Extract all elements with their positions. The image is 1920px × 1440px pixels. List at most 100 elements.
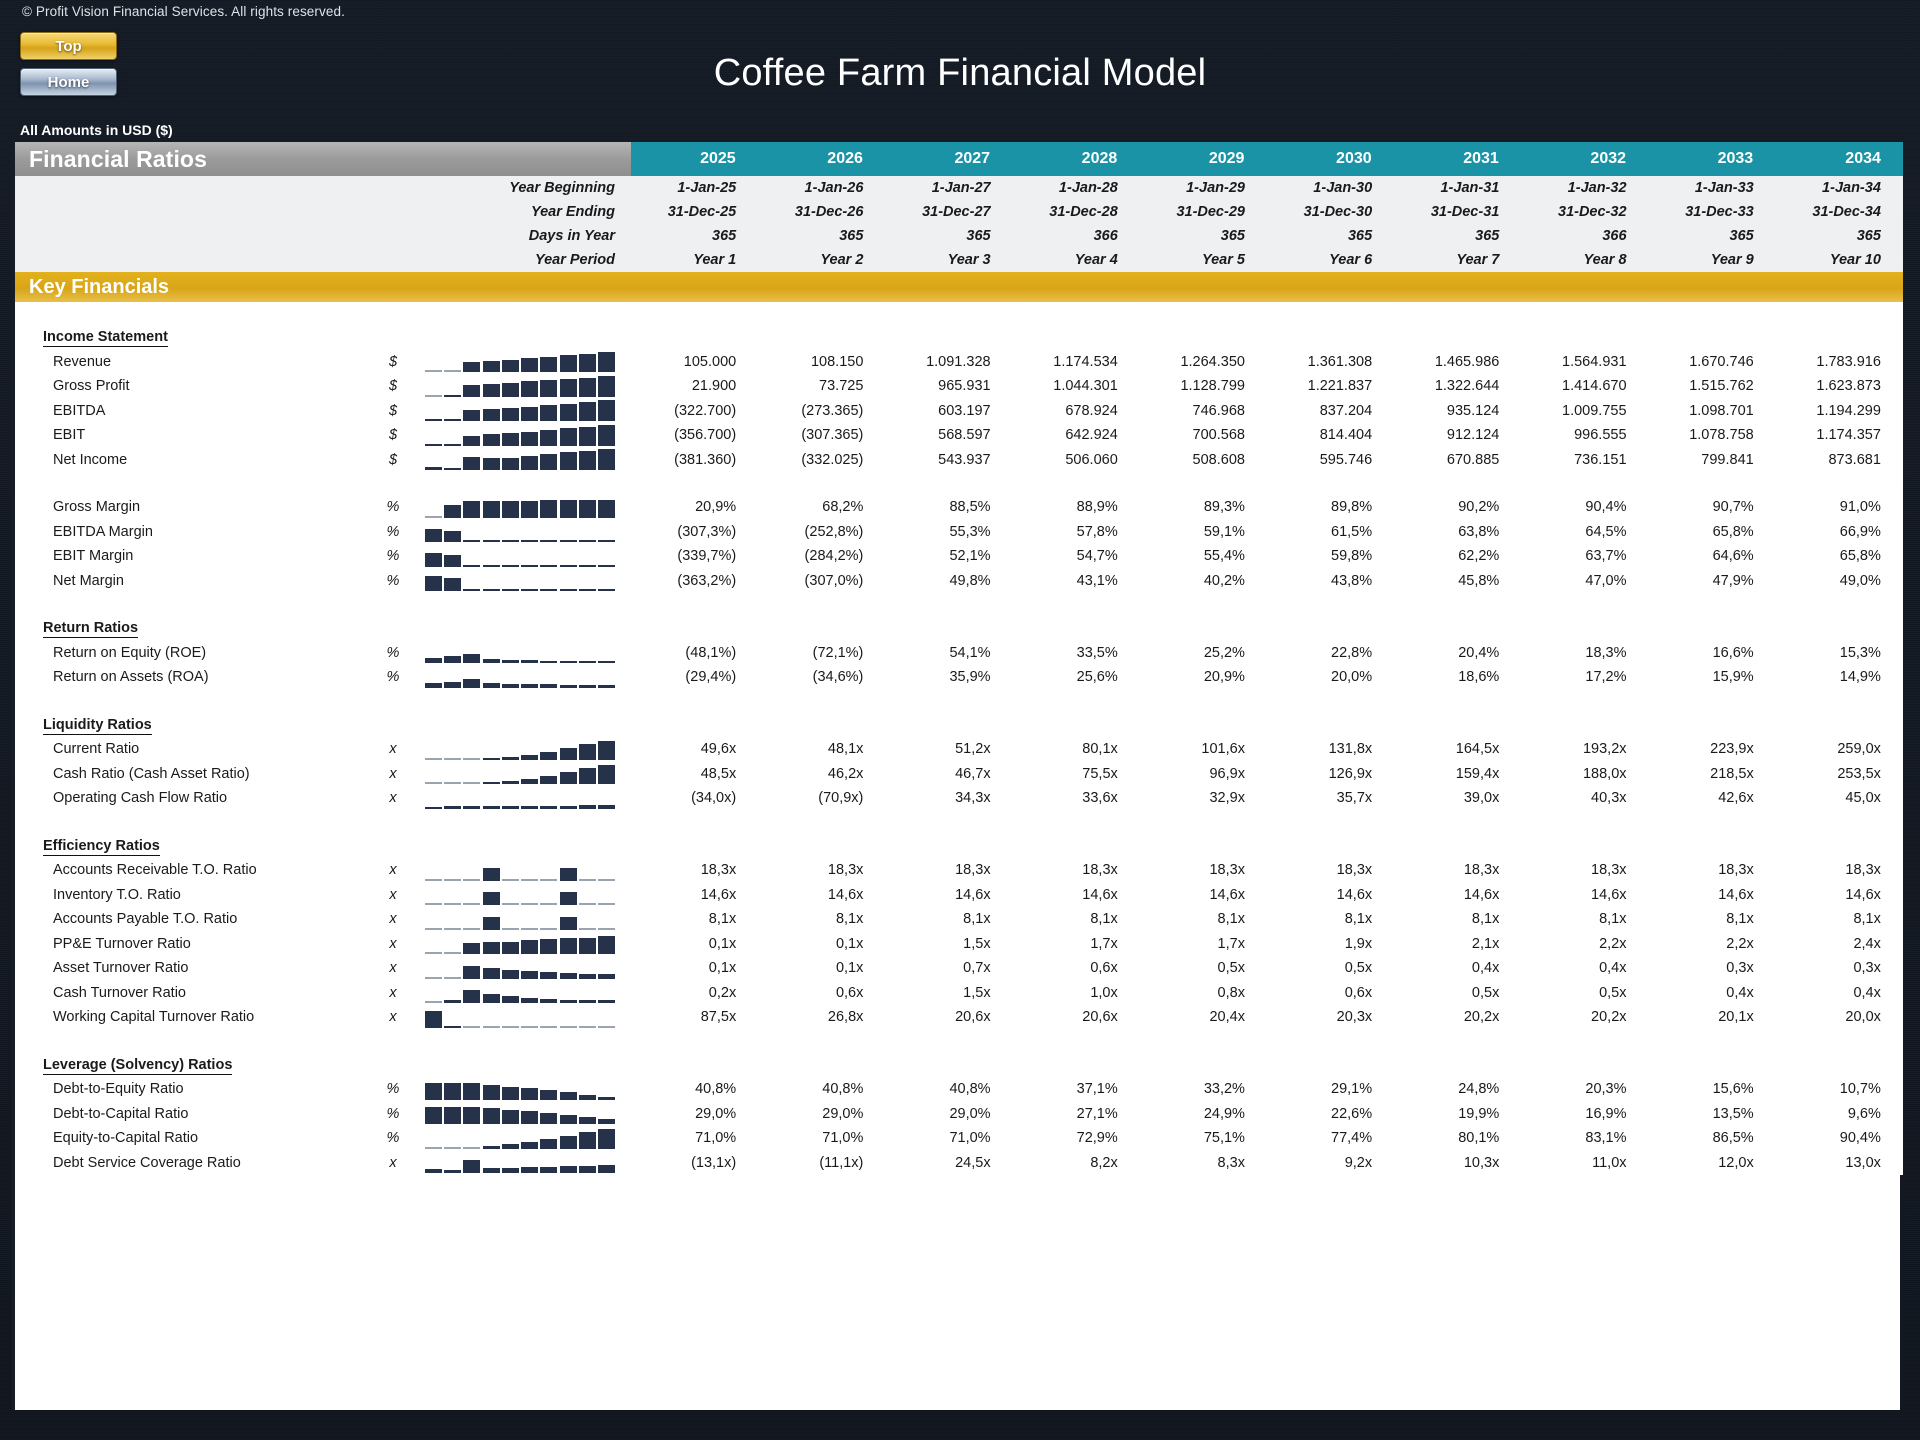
row-label-gross-profit: Gross Profit: [15, 374, 375, 399]
section-heading-income-statement: Income Statement: [15, 325, 1903, 350]
sparkline-bar: [482, 659, 500, 664]
cell-ebitda-2034: 1.194.299: [1775, 398, 1903, 423]
sparkline-bar: [501, 1168, 519, 1174]
app-window: © Profit Vision Financial Services. All …: [0, 0, 1920, 1440]
row-unit-inventory-t-o-ratio: x: [375, 882, 411, 907]
table-row: Asset Turnover Ratio x 0,1x 0,1x 0,7x 0,6x 0,5…: [15, 956, 1903, 981]
cell-inventory-t-o-ratio-2033: 14,6x: [1648, 882, 1776, 907]
row-label-current-ratio: Current Ratio: [15, 737, 375, 762]
sparkline-bar: [540, 1025, 558, 1028]
sparkline-bar: [501, 878, 519, 881]
cell-current-ratio-2025: 49,6x: [631, 737, 759, 762]
cell-ebit-margin-2032: 63,7%: [1521, 544, 1649, 569]
sparkline-bar: [482, 942, 500, 955]
section-heading-text: Income Statement: [43, 329, 168, 348]
cell-ebit-margin-2026: (284,2%): [758, 544, 886, 569]
cell-ebitda-2033: 1.098.701: [1648, 398, 1776, 423]
section-heading-leverage-solvency-ratios: Leverage (Solvency) Ratios: [15, 1052, 1903, 1077]
cell-ebit-2034: 1.174.357: [1775, 423, 1903, 448]
cell-accounts-payable-t-o-ratio-2027: 8,1x: [885, 907, 1013, 932]
meta-value-days-in-year-2033: 365: [1648, 224, 1776, 248]
sparkline-bar: [482, 967, 500, 979]
meta-value-year-ending-2027: 31-Dec-27: [885, 200, 1013, 224]
cell-debt-to-capital-ratio-2026: 29,0%: [758, 1101, 886, 1126]
sparkline-bar: [444, 927, 462, 930]
sparkline-bar: [559, 1166, 577, 1174]
sparkline-bar: [463, 457, 481, 471]
row-label-debt-to-equity-ratio: Debt-to-Equity Ratio: [15, 1077, 375, 1102]
page-title: Coffee Farm Financial Model: [713, 52, 1207, 94]
cell-ebit-margin-2025: (339,7%): [631, 544, 759, 569]
table-row: Equity-to-Capital Ratio% 71,0% 71,0% 71,0% 7…: [15, 1126, 1903, 1151]
meta-value-year-period-2027: Year 3: [885, 248, 1013, 272]
spacer-cell: [15, 810, 1903, 834]
row-label-return-on-assets-roa: Return on Assets (ROA): [15, 665, 375, 690]
key-financials-band: Key Financials: [15, 272, 1903, 302]
sparkline-bar: [501, 683, 519, 688]
sparkline-bars: [425, 546, 615, 567]
cell-accounts-payable-t-o-ratio-2029: 8,1x: [1139, 907, 1267, 932]
spacer-cell: [15, 302, 1903, 325]
cell-debt-to-equity-ratio-2026: 40,8%: [758, 1077, 886, 1102]
table-row: EBIT $ (356.700) (307.365) 568.597 642.924 700…: [15, 423, 1903, 448]
sparkline-bars: [425, 570, 615, 592]
cell-ebit-2027: 568.597: [885, 423, 1013, 448]
sparkline-bar: [578, 451, 596, 471]
sparkline-bar: [521, 407, 539, 422]
year-header-2033: 2033: [1648, 142, 1776, 176]
sparkline-bar: [521, 540, 539, 543]
cell-cash-ratio-cash-asset-ratio-2030: 126,9x: [1266, 761, 1395, 786]
sparkline-bar: [501, 458, 519, 471]
section-header-row: Financial Ratios 2025 2026 2027 2028 2029 2030…: [15, 142, 1903, 176]
cell-ebitda-2032: 1.009.755: [1521, 398, 1649, 423]
sparkline-debt-service-coverage-ratio: [411, 1150, 632, 1175]
sparkline-bar: [425, 952, 443, 955]
sparkline-bar: [597, 589, 615, 592]
row-unit-return-on-assets-roa: %: [375, 665, 411, 690]
sparkline-bar: [482, 994, 500, 1004]
sparkline-bar: [444, 578, 462, 592]
sparkline-bar: [501, 756, 519, 760]
sparkline-bar: [482, 433, 500, 446]
sparkline-bar: [444, 903, 462, 906]
sparkline-bar: [444, 531, 462, 543]
cell-net-margin-2031: 45,8%: [1394, 568, 1522, 593]
sparkline-bar: [501, 408, 519, 422]
cell-ebitda-margin-2033: 65,8%: [1648, 519, 1776, 544]
cell-ebit-2026: (307.365): [758, 423, 886, 448]
cell-net-margin-2029: 40,2%: [1139, 568, 1267, 593]
meta-value-year-ending-2031: 31-Dec-31: [1394, 200, 1522, 224]
sparkline-bar: [425, 552, 443, 567]
sparkline-bar: [501, 382, 519, 397]
sparkline-bars: [425, 763, 615, 785]
sparkline-bar: [501, 1086, 519, 1100]
sparkline-bar: [559, 404, 577, 422]
sparkline-bar: [578, 499, 596, 518]
cell-ebit-2033: 1.078.758: [1648, 423, 1776, 448]
row-label-accounts-payable-t-o-ratio: Accounts Payable T.O. Ratio: [15, 907, 375, 932]
cell-return-on-equity-roe-2033: 16,6%: [1648, 640, 1776, 665]
cell-debt-to-capital-ratio-2029: 24,9%: [1139, 1101, 1267, 1126]
sparkline-bar: [540, 405, 558, 422]
sparkline-bar: [521, 431, 539, 446]
row-label-pp-e-turnover-ratio: PP&E Turnover Ratio: [15, 931, 375, 956]
meta-value-year-beginning-2028: 1-Jan-28: [1012, 176, 1140, 200]
meta-value-year-beginning-2026: 1-Jan-26: [758, 176, 886, 200]
sparkline-bar: [597, 684, 615, 688]
cell-gross-margin-2028: 88,9%: [1012, 495, 1140, 520]
sparkline-bars: [425, 1079, 615, 1100]
cell-accounts-payable-t-o-ratio-2033: 8,1x: [1648, 907, 1776, 932]
cell-current-ratio-2029: 101,6x: [1139, 737, 1267, 762]
sparkline-bars: [425, 860, 615, 881]
sparkline-bar: [597, 352, 615, 373]
sparkline-bar: [597, 740, 615, 760]
row-unit-current-ratio: x: [375, 737, 411, 762]
sparkline-bars: [425, 521, 615, 543]
cell-asset-turnover-ratio-2025: 0,1x: [631, 956, 759, 981]
sparkline-bar: [578, 684, 596, 688]
cell-return-on-equity-roe-2028: 33,5%: [1012, 640, 1140, 665]
meta-value-year-ending-2025: 31-Dec-25: [631, 200, 759, 224]
cell-gross-profit-2033: 1.515.762: [1648, 374, 1776, 399]
section-heading-text: Efficiency Ratios: [43, 837, 160, 856]
row-label-cash-ratio-cash-asset-ratio: Cash Ratio (Cash Asset Ratio): [15, 761, 375, 786]
